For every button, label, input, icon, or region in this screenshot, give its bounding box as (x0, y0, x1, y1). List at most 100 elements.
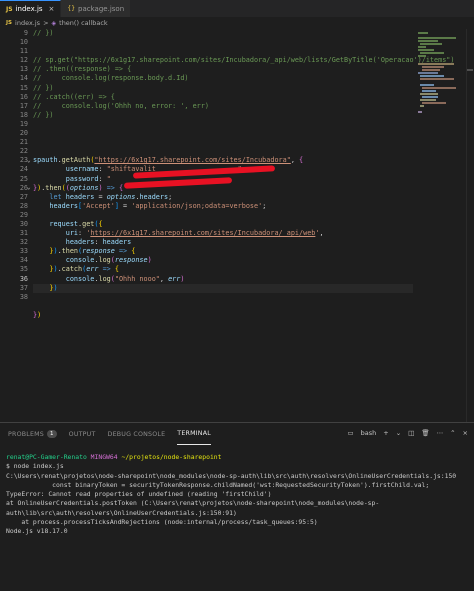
tab-terminal[interactable]: TERMINAL (177, 423, 211, 445)
breadcrumb: JS index.js > ◈ then() callback (0, 17, 474, 29)
line-number: 19 (19, 119, 28, 128)
line-number: 15 (19, 83, 28, 92)
breadcrumb-file[interactable]: index.js (15, 19, 40, 27)
line-number: 37 (19, 283, 28, 292)
line-number: 10 (19, 38, 28, 47)
line-number-gutter: 9 10 11 12 13 14 15 16 17 18 19 20 21 22 23 24 25 26 27 28 2… (0, 29, 30, 302)
close-icon[interactable]: × (49, 5, 55, 13)
terminal-line: $ node index.js (6, 462, 64, 471)
tab-output[interactable]: OUTPUT (69, 423, 96, 445)
code-line: // .then((response) => { (33, 65, 132, 74)
code-line: // console.log(response.body.d.Id) (33, 74, 189, 83)
code-line: }).then((options) => { (33, 183, 124, 192)
split-terminal-icon[interactable]: ◫ (408, 429, 414, 437)
line-number: 22 (19, 147, 28, 156)
editor-tab-bar: JS index.js × {} package.json (0, 0, 474, 17)
scrollbar-thumb[interactable] (467, 69, 473, 71)
terminal-line: Node.js v18.17.0 (6, 527, 68, 536)
code-line: }) (33, 310, 42, 319)
line-number: 23 (19, 156, 28, 165)
code-line: }).catch(err => { (49, 265, 119, 274)
terminal-prompt-line: renat@PC-Gamer-Renato MINGW64 ~/projetos… (6, 453, 468, 462)
line-number: 38 (19, 292, 28, 301)
line-number: 17 (19, 101, 28, 110)
code-line: headers['Accept'] = 'application/json;od… (49, 201, 267, 210)
minimap[interactable] (416, 29, 466, 422)
prompt-env: MINGW64 (90, 453, 118, 461)
line-number: 16 (19, 92, 28, 101)
add-terminal-icon[interactable]: + (383, 429, 388, 437)
code-line: let headers = options.headers; (49, 192, 173, 201)
code-content[interactable]: // }) // sp.get("https://6x1g17.sharepoi… (33, 29, 455, 320)
tab-label: package.json (78, 4, 125, 13)
prompt-path: ~/projetos/node-sharepoint (121, 453, 222, 461)
code-line: // .catch((err) => { (33, 92, 115, 101)
code-line: console.log("Ohhh nooo", err) (65, 274, 185, 283)
terminal-line: at process.processTicksAndRejections (no… (6, 518, 318, 527)
json-file-icon: {} (67, 5, 76, 12)
code-line: headers: headers (65, 238, 132, 247)
line-number: 24 (19, 165, 28, 174)
terminal-line: at OnlineUserCredentials.postToken (C:\U… (6, 499, 380, 517)
tab-problems[interactable]: PROBLEMS 1 (8, 423, 57, 445)
chevron-up-icon[interactable]: ⌃ (450, 429, 455, 437)
line-number: 20 (19, 129, 28, 138)
line-number: 25 (19, 174, 28, 183)
breadcrumb-symbol[interactable]: then() callback (59, 19, 108, 27)
line-number: 34 (19, 256, 28, 265)
tab-bar-empty-space (131, 0, 474, 17)
terminal-line: C:\Users\renat\projetos\node-sharepoint\… (6, 471, 457, 480)
tab-label: OUTPUT (68, 430, 96, 438)
code-line: // }) (33, 83, 54, 92)
line-number: 29 (19, 210, 28, 219)
chevron-down-icon[interactable]: ⌄ (396, 429, 401, 437)
tab-label: TERMINAL (177, 430, 211, 437)
fold-chevron-icon[interactable]: ⌄ (27, 184, 31, 191)
line-number: 35 (19, 265, 28, 274)
tab-label: PROBLEMS (8, 430, 44, 438)
line-number: 18 (19, 110, 28, 119)
line-number: 14 (19, 74, 28, 83)
line-number: 28 (19, 201, 28, 210)
code-line: console.log(response) (65, 256, 152, 265)
tab-debug-console[interactable]: DEBUG CONSOLE (108, 423, 166, 445)
breadcrumb-separator: > (43, 19, 49, 27)
terminal-output[interactable]: renat@PC-Gamer-Renato MINGW64 ~/projetos… (6, 453, 468, 537)
code-line: uri: 'https://6x1g17.sharepoint.com/site… (65, 229, 324, 238)
line-number: 36 (19, 274, 28, 283)
panel-actions: ▭ bash + ⌄ ◫ 🗑 ⋯ ⌃ × (347, 429, 468, 437)
terminal-icon[interactable]: ▭ (347, 429, 353, 437)
close-icon[interactable]: × (463, 429, 468, 437)
vertical-scrollbar[interactable] (466, 29, 474, 422)
line-number: 32 (19, 238, 28, 247)
tab-index-js[interactable]: JS index.js × (0, 0, 62, 17)
terminal-line: const binaryToken = securityTokenRespons… (6, 480, 430, 489)
code-line: // }) (33, 110, 54, 119)
trash-icon[interactable]: 🗑 (421, 429, 429, 437)
code-line: request.get({ (49, 219, 103, 228)
code-line: }).then(response => { (49, 247, 136, 256)
javascript-file-icon: JS (6, 20, 13, 26)
function-symbol-icon: ◈ (51, 19, 57, 27)
fold-chevron-icon[interactable]: ⌄ (27, 157, 31, 164)
problems-count-badge: 1 (46, 430, 57, 438)
tab-package-json[interactable]: {} package.json (61, 0, 132, 17)
shell-name[interactable]: bash (361, 429, 377, 437)
code-line: // sp.get("https://6x1g17.sharepoint.com… (33, 56, 455, 65)
code-line-current: }) (33, 283, 413, 293)
tab-label: index.js (15, 5, 43, 13)
line-number: 30 (19, 219, 28, 228)
code-line: // console.log('Ohhh no, error: ', err) (33, 101, 209, 110)
more-actions-icon[interactable]: ⋯ (437, 429, 444, 437)
line-number: 26 (19, 183, 28, 192)
terminal-line: TypeError: Cannot read properties of und… (6, 490, 272, 499)
code-editor[interactable]: 9 10 11 12 13 14 15 16 17 18 19 20 21 22 23 24 25 26 27 28 2… (0, 29, 474, 422)
